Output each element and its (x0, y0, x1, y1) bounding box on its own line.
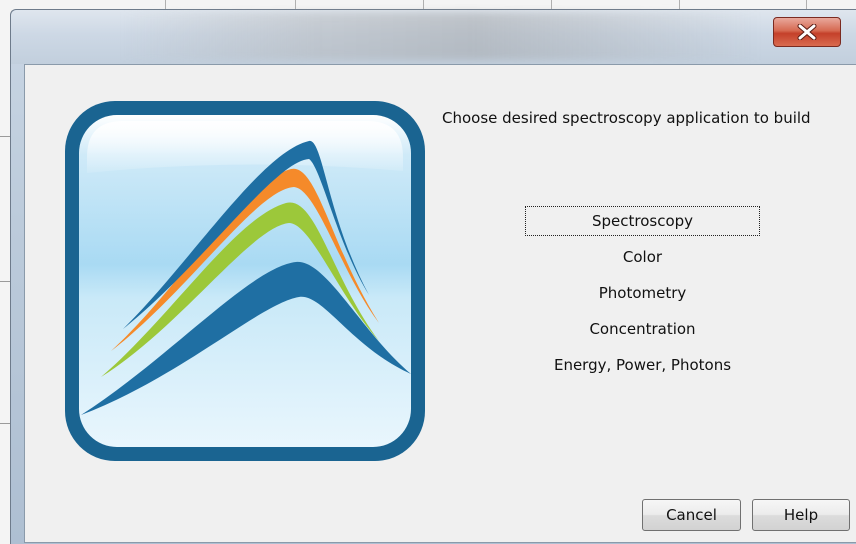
title-bar[interactable] (11, 10, 856, 64)
spectral-peaks-logo-icon (61, 97, 429, 465)
application-chooser-dialog: Choose desired spectroscopy application … (10, 9, 856, 544)
background-line (0, 423, 10, 424)
help-button[interactable]: Help (752, 499, 850, 531)
title-bar-glass (121, 12, 761, 60)
option-concentration[interactable]: Concentration (525, 314, 760, 344)
option-color[interactable]: Color (525, 242, 760, 272)
application-options-list: Spectroscopy Color Photometry Concentrat… (525, 206, 760, 386)
option-energy-power-photons[interactable]: Energy, Power, Photons (525, 350, 760, 380)
background-line (0, 136, 10, 137)
option-photometry[interactable]: Photometry (525, 278, 760, 308)
option-spectroscopy[interactable]: Spectroscopy (525, 206, 760, 236)
dialog-client-area: Choose desired spectroscopy application … (24, 64, 856, 543)
instruction-text: Choose desired spectroscopy application … (442, 109, 811, 127)
cancel-button[interactable]: Cancel (642, 499, 741, 531)
close-button[interactable] (773, 17, 841, 47)
close-x-icon (797, 24, 817, 40)
background-line (0, 281, 10, 282)
